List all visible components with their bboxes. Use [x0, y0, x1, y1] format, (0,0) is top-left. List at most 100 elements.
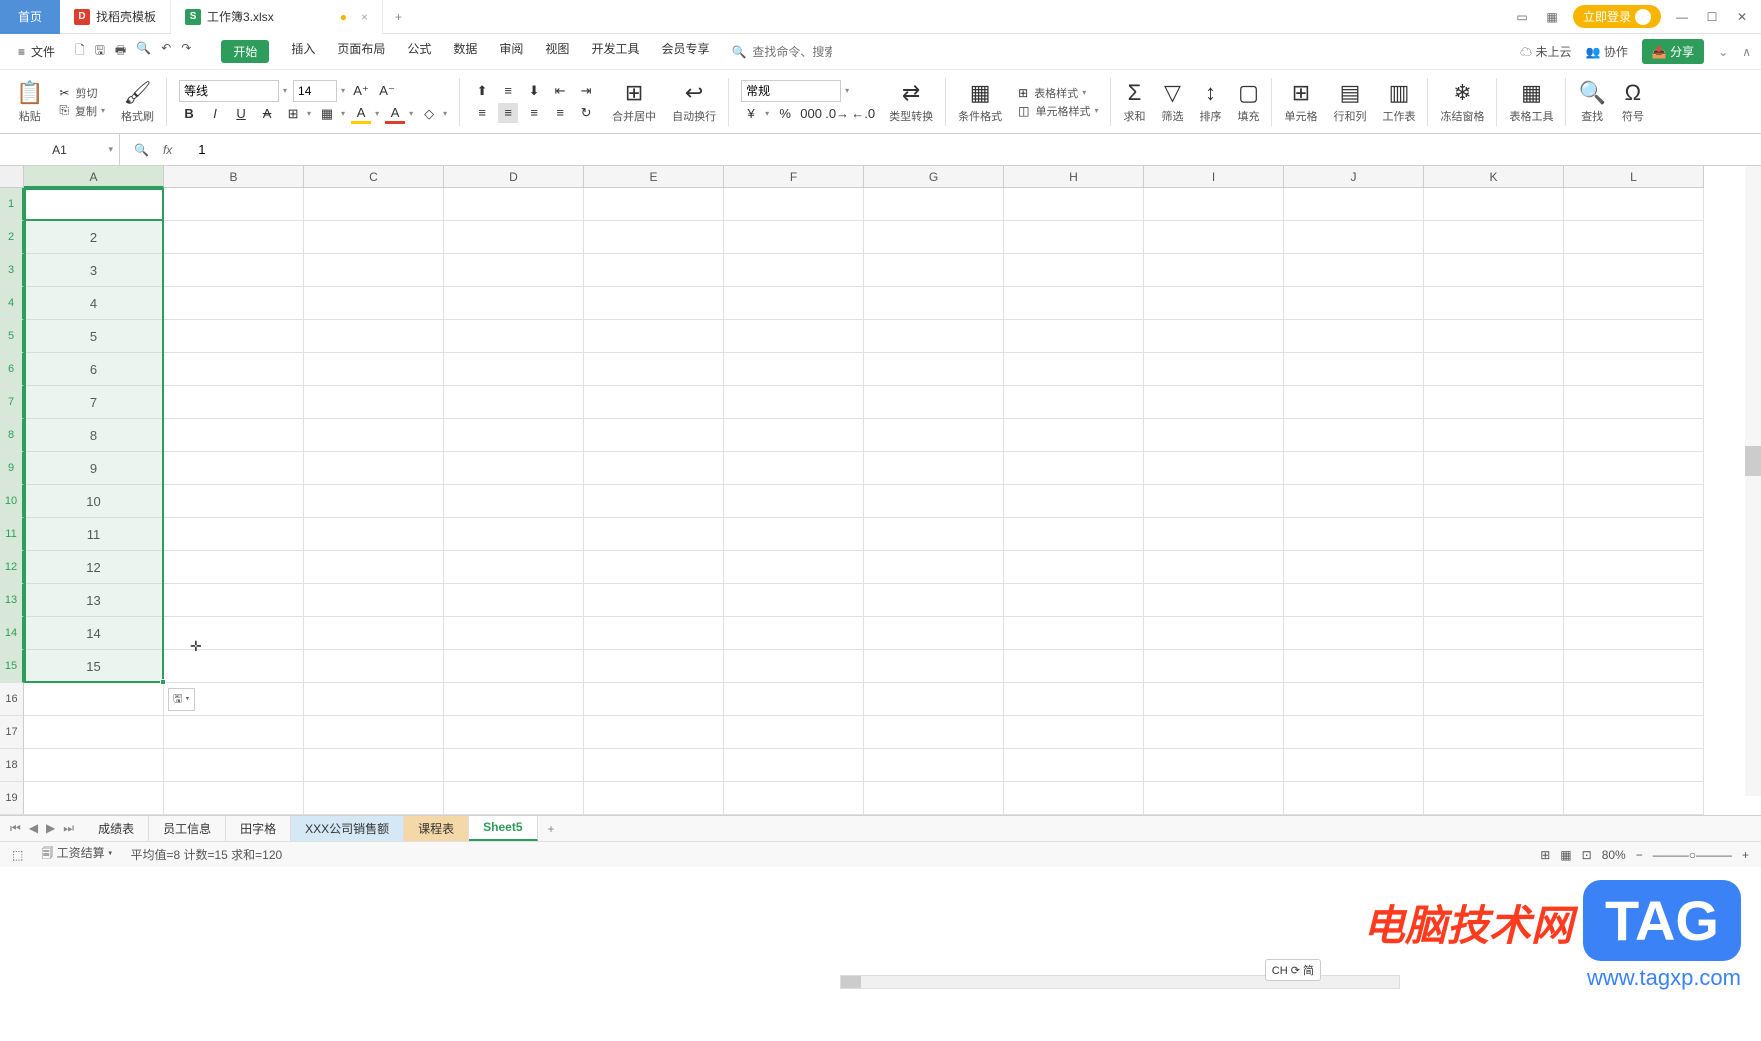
cell-H11[interactable]	[1004, 518, 1144, 551]
merge-label[interactable]: 合并居中	[612, 108, 656, 124]
cell-E8[interactable]	[584, 419, 724, 452]
cell-B9[interactable]	[164, 452, 304, 485]
cell-B2[interactable]	[164, 221, 304, 254]
cell-K12[interactable]	[1424, 551, 1564, 584]
cell-F3[interactable]	[724, 254, 864, 287]
cell-J7[interactable]	[1284, 386, 1424, 419]
cell-L12[interactable]	[1564, 551, 1704, 584]
cell-L19[interactable]	[1564, 782, 1704, 815]
increase-decimal-icon[interactable]: .0→	[827, 104, 847, 124]
login-button[interactable]: 立即登录	[1573, 5, 1661, 28]
cell-I9[interactable]	[1144, 452, 1284, 485]
sum-label[interactable]: 求和	[1123, 108, 1145, 124]
col-header-A[interactable]: A	[24, 166, 164, 188]
cell-C3[interactable]	[304, 254, 444, 287]
cell-J6[interactable]	[1284, 353, 1424, 386]
cell-K19[interactable]	[1424, 782, 1564, 815]
cell-I1[interactable]	[1144, 188, 1284, 221]
cell-G19[interactable]	[864, 782, 1004, 815]
cell-E19[interactable]	[584, 782, 724, 815]
cell-A10[interactable]: 10	[24, 485, 164, 518]
redo-icon[interactable]: ↷	[181, 41, 191, 62]
col-header-L[interactable]: L	[1564, 166, 1704, 188]
cell-B11[interactable]	[164, 518, 304, 551]
status-mode-icon[interactable]: ⬚	[12, 848, 23, 862]
col-header-I[interactable]: I	[1144, 166, 1284, 188]
cell-L11[interactable]	[1564, 518, 1704, 551]
cell-H3[interactable]	[1004, 254, 1144, 287]
row-header-7[interactable]: 7	[0, 386, 24, 419]
search-input[interactable]	[752, 45, 832, 59]
cell-L16[interactable]	[1564, 683, 1704, 716]
row-header-11[interactable]: 11	[0, 518, 24, 551]
cells-icon[interactable]: ⊞	[1292, 80, 1310, 106]
symbol-label[interactable]: 符号	[1622, 108, 1644, 124]
cell-L5[interactable]	[1564, 320, 1704, 353]
cell-J3[interactable]	[1284, 254, 1424, 287]
comma-icon[interactable]: 000	[801, 104, 821, 124]
row-header-2[interactable]: 2	[0, 221, 24, 254]
indent-increase-icon[interactable]: ⇥	[576, 81, 596, 101]
menu-vip[interactable]: 会员专享	[661, 40, 709, 63]
row-header-4[interactable]: 4	[0, 287, 24, 320]
cell-F5[interactable]	[724, 320, 864, 353]
menu-view[interactable]: 视图	[545, 40, 569, 63]
cell-E15[interactable]	[584, 650, 724, 683]
cell-G17[interactable]	[864, 716, 1004, 749]
cell-style-icon[interactable]: ◫	[1018, 104, 1029, 118]
cell-C6[interactable]	[304, 353, 444, 386]
grid-icon[interactable]: ▦	[1543, 8, 1561, 26]
cell-L7[interactable]	[1564, 386, 1704, 419]
cell-A15[interactable]: 15	[24, 650, 164, 683]
filter-label[interactable]: 筛选	[1161, 108, 1183, 124]
cell-A6[interactable]: 6	[24, 353, 164, 386]
cell-fill-icon[interactable]: ▦	[317, 104, 337, 124]
cell-B6[interactable]	[164, 353, 304, 386]
col-header-E[interactable]: E	[584, 166, 724, 188]
cell-K18[interactable]	[1424, 749, 1564, 782]
cell-I15[interactable]	[1144, 650, 1284, 683]
indent-decrease-icon[interactable]: ⇤	[550, 81, 570, 101]
wrap-icon[interactable]: ↩	[685, 80, 703, 106]
menu-dev[interactable]: 开发工具	[591, 40, 639, 63]
strikethrough-icon[interactable]: A	[257, 104, 277, 124]
tab-workbook[interactable]: S 工作簿3.xlsx ● ×	[171, 0, 383, 34]
col-header-K[interactable]: K	[1424, 166, 1564, 188]
row-header-18[interactable]: 18	[0, 749, 24, 782]
cell-A5[interactable]: 5	[24, 320, 164, 353]
cell-H14[interactable]	[1004, 617, 1144, 650]
cell-K15[interactable]	[1424, 650, 1564, 683]
status-calc[interactable]: 🗐 工资结算 ▾	[41, 844, 112, 865]
cell-D8[interactable]	[444, 419, 584, 452]
cell-J11[interactable]	[1284, 518, 1424, 551]
ribbon-collapse-icon[interactable]: ⌄	[1718, 45, 1728, 59]
cell-L4[interactable]	[1564, 287, 1704, 320]
col-header-G[interactable]: G	[864, 166, 1004, 188]
cell-H5[interactable]	[1004, 320, 1144, 353]
cell-D12[interactable]	[444, 551, 584, 584]
cell-C18[interactable]	[304, 749, 444, 782]
convert-icon[interactable]: ⇄	[902, 80, 920, 106]
sheet-nav-next-icon[interactable]: ▶	[46, 821, 55, 836]
cell-A3[interactable]: 3	[24, 254, 164, 287]
menu-start[interactable]: 开始	[221, 40, 269, 63]
cell-K8[interactable]	[1424, 419, 1564, 452]
cell-D13[interactable]	[444, 584, 584, 617]
cell-L2[interactable]	[1564, 221, 1704, 254]
cell-H17[interactable]	[1004, 716, 1144, 749]
cell-J10[interactable]	[1284, 485, 1424, 518]
cell-I5[interactable]	[1144, 320, 1284, 353]
cell-D2[interactable]	[444, 221, 584, 254]
cell-A4[interactable]: 4	[24, 287, 164, 320]
cell-H7[interactable]	[1004, 386, 1144, 419]
cell-J1[interactable]	[1284, 188, 1424, 221]
cell-F19[interactable]	[724, 782, 864, 815]
cell-L18[interactable]	[1564, 749, 1704, 782]
cell-K14[interactable]	[1424, 617, 1564, 650]
cell-H8[interactable]	[1004, 419, 1144, 452]
cell-B3[interactable]	[164, 254, 304, 287]
zoom-in-icon[interactable]: +	[1742, 848, 1749, 862]
cell-A13[interactable]: 13	[24, 584, 164, 617]
cell-B4[interactable]	[164, 287, 304, 320]
fill-label[interactable]: 填充	[1237, 108, 1259, 124]
